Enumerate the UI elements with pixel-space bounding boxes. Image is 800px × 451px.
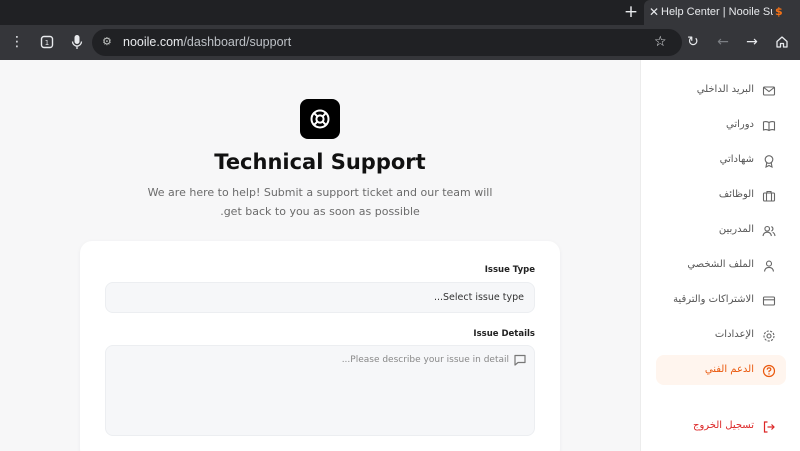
main-content: Technical Support We are here to help! S… bbox=[0, 60, 640, 451]
browser-toolbar: ⋮ 1 ⚙ nooile.com/dashboard/support ☆ ↻ ←… bbox=[0, 25, 800, 60]
svg-text:1: 1 bbox=[45, 39, 49, 47]
sidebar-item-jobs[interactable]: الوظائف bbox=[656, 180, 786, 210]
forward-arrow-icon[interactable]: → bbox=[743, 33, 761, 51]
logout-button[interactable]: تسجيل الخروج bbox=[656, 411, 786, 441]
issue-details-textarea[interactable]: Please describe your issue in detail... bbox=[105, 345, 535, 436]
sidebar-item-technical-support[interactable]: الدعم الفني bbox=[656, 355, 786, 385]
issue-type-select[interactable]: Select issue type... bbox=[105, 282, 535, 313]
browser-tab[interactable]: ✕ Help Center | Nooile Support $ bbox=[644, 0, 800, 25]
message-square-icon bbox=[513, 352, 527, 366]
home-icon[interactable] bbox=[773, 33, 791, 51]
briefcase-icon bbox=[762, 188, 776, 202]
tab-count-icon[interactable]: 1 bbox=[38, 33, 56, 51]
page-title: Technical Support bbox=[214, 150, 426, 174]
site-favicon-icon: $ bbox=[775, 5, 783, 18]
sidebar-item-profile[interactable]: الملف الشخصي bbox=[656, 250, 786, 280]
lifebuoy-icon bbox=[300, 99, 340, 139]
tab-title: Help Center | Nooile Support bbox=[661, 6, 773, 18]
sidebar: البريد الداخلي دوراتي شهاداتي الوظائف ال… bbox=[640, 60, 800, 451]
new-tab-button[interactable]: + bbox=[622, 2, 640, 22]
close-tab-icon[interactable]: ✕ bbox=[649, 4, 659, 20]
sidebar-item-certificates[interactable]: شهاداتي bbox=[656, 145, 786, 175]
microphone-icon[interactable] bbox=[68, 33, 86, 51]
credit-card-icon bbox=[762, 293, 776, 307]
page-subtitle: We are here to help! Submit a support ti… bbox=[147, 186, 493, 218]
site-settings-icon[interactable]: ⚙ bbox=[102, 34, 116, 50]
issue-type-label: Issue Type bbox=[484, 265, 535, 275]
menu-dots-icon[interactable]: ⋮ bbox=[8, 33, 26, 51]
back-arrow-icon[interactable]: ← bbox=[714, 33, 732, 51]
url-text[interactable]: nooile.com/dashboard/support bbox=[123, 35, 291, 50]
issue-type-value: Select issue type... bbox=[433, 292, 524, 303]
users-icon bbox=[762, 223, 776, 237]
address-bar[interactable]: ⚙ nooile.com/dashboard/support ☆ bbox=[92, 29, 682, 56]
browser-tab-bar: + ✕ Help Center | Nooile Support $ bbox=[0, 0, 800, 25]
sidebar-item-subscriptions[interactable]: الاشتراكات والترقية bbox=[656, 285, 786, 315]
issue-details-label: Issue Details bbox=[473, 329, 535, 339]
user-icon bbox=[762, 258, 776, 272]
settings-icon bbox=[762, 328, 776, 342]
book-icon bbox=[762, 118, 776, 132]
help-circle-icon bbox=[762, 363, 776, 378]
reload-icon[interactable]: ↻ bbox=[684, 33, 702, 51]
mail-icon bbox=[762, 83, 776, 97]
logout-icon bbox=[762, 419, 776, 433]
sidebar-item-inbox[interactable]: البريد الداخلي bbox=[656, 75, 786, 105]
sidebar-item-my-courses[interactable]: دوراتي bbox=[656, 110, 786, 140]
issue-details-placeholder: Please describe your issue in detail... bbox=[341, 355, 509, 365]
sidebar-item-trainers[interactable]: المدربين bbox=[656, 215, 786, 245]
bookmark-star-icon[interactable]: ☆ bbox=[654, 33, 670, 51]
support-form-card: Issue Type Select issue type... Issue De… bbox=[80, 241, 560, 451]
award-icon bbox=[762, 153, 776, 168]
sidebar-item-settings[interactable]: الإعدادات bbox=[656, 320, 786, 350]
